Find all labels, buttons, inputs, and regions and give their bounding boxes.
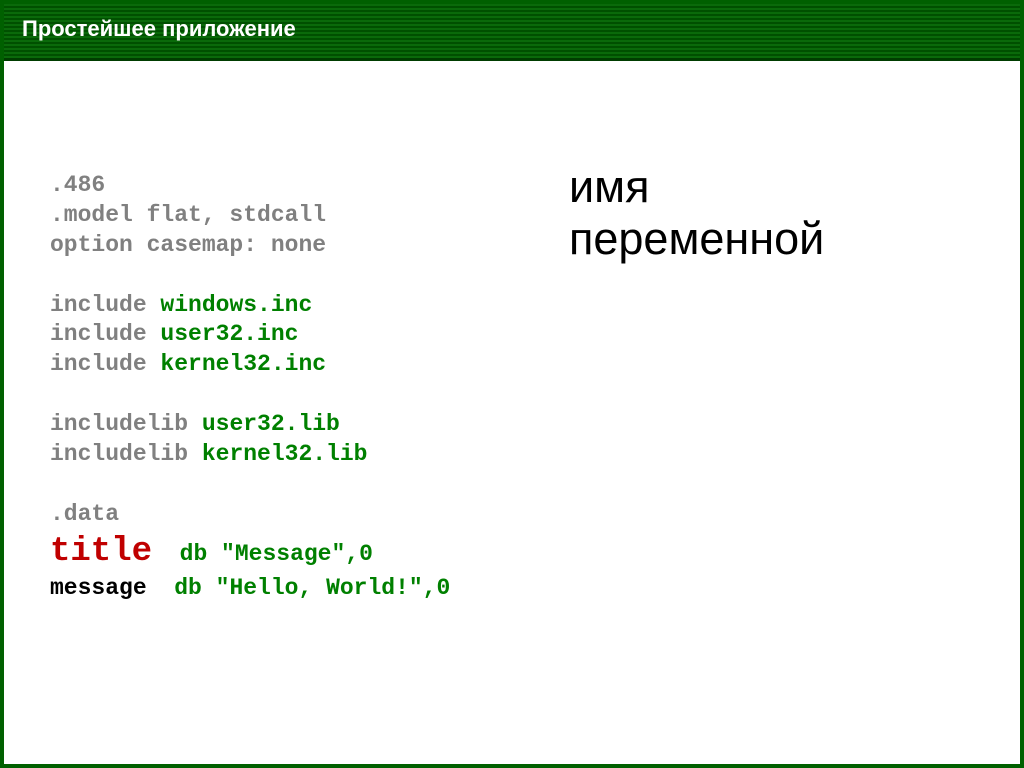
code-val-hello: "Hello, World!",0	[202, 575, 450, 601]
code-var-message: message	[50, 575, 147, 601]
code-gap-2	[147, 575, 175, 601]
slide-container: Простейшее приложение имя переменной .48…	[0, 0, 1024, 768]
code-line-1: .486	[50, 172, 105, 198]
slide-title: Простейшее приложение	[22, 16, 1002, 42]
code-arg-user32lib: user32.lib	[188, 411, 340, 437]
code-line-3: option casemap: none	[50, 232, 326, 258]
code-kw-includelib-2: includelib	[50, 441, 188, 467]
slide-content: имя переменной .486 .model flat, stdcall…	[4, 61, 1020, 604]
code-data-section: .data	[50, 501, 119, 527]
code-type-db-2: db	[174, 575, 202, 601]
code-arg-user32inc: user32.inc	[147, 321, 299, 347]
code-arg-kernel32lib: kernel32.lib	[188, 441, 367, 467]
variable-name-annotation: имя переменной	[569, 161, 824, 265]
code-kw-include-2: include	[50, 321, 147, 347]
code-line-2: .model flat, stdcall	[50, 202, 326, 228]
code-gap-1	[152, 541, 180, 567]
code-block: .486 .model flat, stdcall option casemap…	[50, 171, 980, 604]
code-kw-includelib-1: includelib	[50, 411, 188, 437]
code-var-title: title	[50, 533, 152, 571]
code-type-db-1: db	[180, 541, 208, 567]
code-arg-windows: windows.inc	[147, 292, 313, 318]
code-kw-include-1: include	[50, 292, 147, 318]
code-kw-include-3: include	[50, 351, 147, 377]
code-arg-kernel32inc: kernel32.inc	[147, 351, 326, 377]
slide-header: Простейшее приложение	[4, 4, 1020, 61]
code-val-message: "Message",0	[207, 541, 373, 567]
